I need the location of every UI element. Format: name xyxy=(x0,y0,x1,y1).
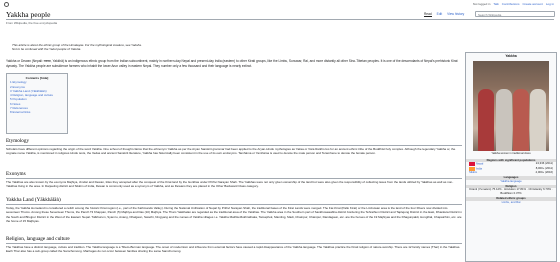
search-input[interactable]: Search Wikipedia xyxy=(475,11,555,17)
intro-paragraph: Yakkha or Dewan (Nepali: यक्खा, Yakkhā) … xyxy=(6,59,458,68)
religion-value: Kiranti (Yumaism) 75.12% · Hinduism 17.8… xyxy=(469,187,553,195)
section-heading: Exonyms xyxy=(6,171,462,179)
log-in-link[interactable]: Log in xyxy=(546,2,554,6)
page-title: Yakkha people xyxy=(6,10,51,19)
section-heading: Religion, language and culture xyxy=(6,236,462,244)
row-label-text[interactable]: Sikkim xyxy=(469,170,477,175)
wikipedia-logo-icon[interactable] xyxy=(4,2,9,7)
toc-item[interactable]: 8 External links xyxy=(10,110,64,114)
figure-shape xyxy=(478,88,494,151)
view-tabs: Read Edit View history xyxy=(424,12,464,17)
top-bar: Not logged in Talk Contributions Create … xyxy=(0,0,560,9)
infobox-caption: Yakkha women in traditional dress xyxy=(491,151,531,155)
hatnote-line: Not to be confused with the Yakut people… xyxy=(12,47,82,52)
section-yakkha-land: Yakkha Land (Yākkhālāṅ) Today, the Yakkh… xyxy=(6,197,462,224)
row-value: 4,000+ (2016) xyxy=(535,169,554,174)
figure-shape xyxy=(496,88,512,151)
yakkha-women-photo[interactable] xyxy=(473,60,549,151)
talk-link[interactable]: Talk xyxy=(493,2,498,6)
section-text: The Yakkhas are also known by the exonym… xyxy=(6,180,454,189)
personal-tools: Not logged in Talk Contributions Create … xyxy=(473,2,554,6)
infobox-title: Yakkha xyxy=(505,54,517,58)
tab-view-history[interactable]: View history xyxy=(447,12,464,17)
related-groups-value[interactable]: Limbu, and Rai xyxy=(466,200,556,205)
hatnote: This article is about the ethnic group o… xyxy=(12,43,142,52)
figure-shape xyxy=(530,88,546,151)
from-wikipedia-label: From Wikipedia, the free encyclopedia xyxy=(6,21,58,25)
figure-shape xyxy=(513,88,529,151)
section-text: Scholars have different opinions regardi… xyxy=(6,147,456,156)
languages-value[interactable]: Yakkha language xyxy=(466,179,556,184)
table-of-contents: Contents [hide] 1 Etymology 2 Exonyms 3 … xyxy=(6,73,68,134)
section-text: The Yakkhas have a distinct language, cu… xyxy=(6,245,461,254)
section-etymology: Etymology Scholars have different opinio… xyxy=(6,138,462,156)
section-heading: Yakkha Land (Yākkhālāṅ) xyxy=(6,197,462,205)
section-religion-language-culture: Religion, language and culture The Yakkh… xyxy=(6,236,462,254)
contributions-link[interactable]: Contributions xyxy=(502,2,520,6)
create-account-link[interactable]: Create account xyxy=(522,2,542,6)
section-exonyms: Exonyms The Yakkhas are also known by th… xyxy=(6,171,462,189)
title-divider xyxy=(6,19,554,20)
not-logged-in-label: Not logged in xyxy=(472,2,491,6)
section-heading: Etymology xyxy=(6,138,462,146)
infobox: Yakkha Yakkha women in traditional dress… xyxy=(465,52,557,262)
section-text: Today, the Yakkha Homeland is considered… xyxy=(6,206,462,224)
infobox-row: Sikkim 4,000+ (2016) xyxy=(466,169,556,175)
tab-edit[interactable]: Edit xyxy=(437,12,443,17)
tab-read[interactable]: Read xyxy=(424,12,432,17)
